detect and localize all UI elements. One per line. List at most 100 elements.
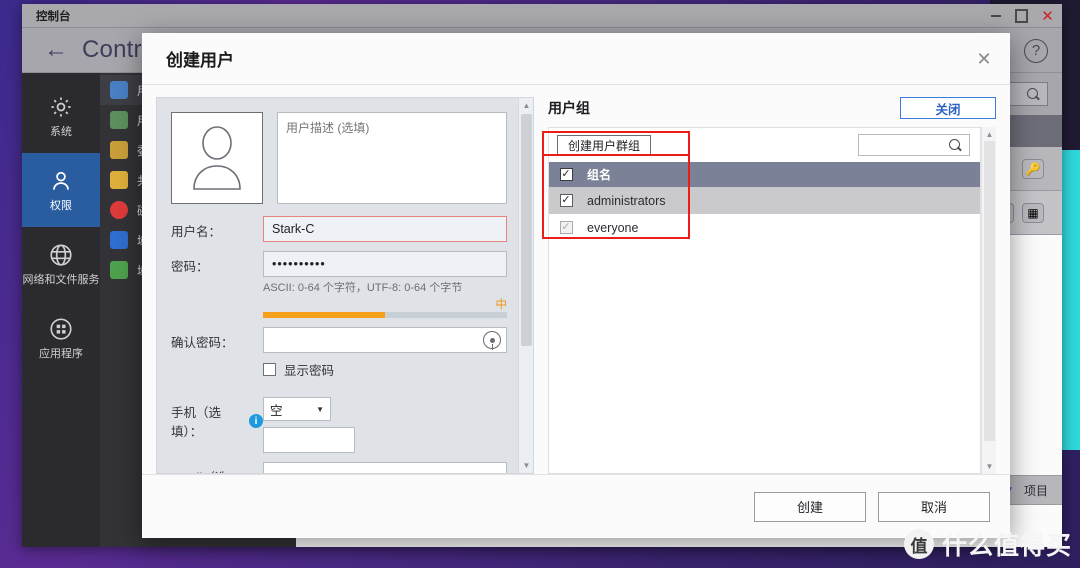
search-icon	[1027, 87, 1040, 101]
create-user-dialog: 创建用户 ✕ 用户名：	[142, 33, 1010, 538]
row-checkbox[interactable]: ✓	[559, 194, 573, 207]
email-label-group: Email（选填）： i	[171, 462, 263, 473]
close-icon[interactable]: ✕	[974, 49, 994, 69]
phone-label-group: 手机（选填）： i	[171, 397, 263, 440]
scroll-up-icon[interactable]: ▲	[982, 127, 997, 142]
scroll-up-icon[interactable]: ▲	[519, 98, 533, 113]
window-controls: ✕	[989, 4, 1054, 28]
groups-header: 用户组 关闭	[548, 97, 996, 119]
dialog-body: 用户名： 密码： ASCII: 0-64 个字符，UTF-8: 0-64 个字节…	[142, 85, 1010, 474]
sidebar-item-network-file-services[interactable]: 网络和文件服务	[22, 227, 100, 301]
info-icon[interactable]: i	[249, 414, 263, 428]
show-password-eye-icon[interactable]	[483, 331, 501, 350]
minimize-icon[interactable]	[989, 10, 1002, 23]
groups-title: 用户组	[548, 100, 590, 116]
email-input[interactable]	[263, 462, 507, 473]
column-header-group-name: 组名	[587, 168, 612, 182]
group-name: administrators	[587, 193, 666, 208]
dialog-title: 创建用户	[166, 51, 234, 70]
app-privilege-icon[interactable]: ▦	[1022, 202, 1044, 223]
sidebar-item-applications[interactable]: 应用程序	[22, 301, 100, 375]
user-groups-pane: 用户组 关闭 创建用户群组 ✓ 组名 ✓ administrators ✓ ev…	[534, 97, 996, 474]
gear-icon	[48, 94, 75, 121]
scrollbar-thumb[interactable]	[984, 141, 995, 441]
table-row[interactable]: ✓ everyone	[549, 214, 980, 241]
user-icon	[48, 168, 75, 195]
groups-search-input[interactable]	[858, 134, 970, 156]
maximize-icon[interactable]	[1015, 10, 1028, 23]
row-checkbox-cell: ✓	[549, 221, 583, 234]
show-password-row[interactable]: 显示密码	[263, 360, 507, 379]
confirm-password-row: 确认密码： 显示密码	[171, 327, 507, 388]
user-form-pane: 用户名： 密码： ASCII: 0-64 个字符，UTF-8: 0-64 个字节…	[156, 97, 534, 474]
phone-country-value: 空	[270, 403, 283, 418]
quota-pie-icon	[110, 201, 128, 219]
footer-items-label: 项目	[1023, 483, 1048, 498]
password-label: 密码：	[171, 260, 209, 274]
password-strength: 中	[263, 298, 507, 318]
search-icon	[949, 138, 962, 152]
select-all-checkbox-cell[interactable]: ✓	[549, 168, 583, 181]
sidebar-item-privileges[interactable]: 权限	[22, 153, 100, 227]
apps-grid-icon	[48, 316, 75, 343]
sidebar-item-system[interactable]: 系统	[22, 79, 100, 153]
scroll-down-icon[interactable]: ▼	[519, 458, 533, 473]
delegate-icon	[110, 141, 128, 159]
table-row[interactable]: ✓ administrators	[549, 187, 980, 214]
primary-sidebar: 系统 权限 网络和文件服务 应用程序	[22, 73, 100, 547]
password-strength-label: 中	[495, 299, 508, 311]
password-strength-bar	[263, 312, 507, 318]
dialog-footer: 创建 取消	[142, 474, 1010, 538]
password-strength-fill	[263, 312, 385, 318]
sidebar-item-label: 网络和文件服务	[22, 273, 100, 286]
groups-close-button[interactable]: 关闭	[900, 97, 996, 119]
close-icon[interactable]: ✕	[1041, 9, 1054, 24]
row-checkbox: ✓	[559, 221, 573, 234]
avatar[interactable]	[171, 112, 263, 204]
scroll-down-icon[interactable]: ▼	[982, 459, 997, 474]
phone-row: 手机（选填）： i 空 ▼	[171, 397, 507, 453]
form-scrollbar[interactable]: ▲ ▼	[518, 98, 533, 473]
sidebar-item-label: 应用程序	[39, 347, 83, 360]
domain-controller-icon	[110, 261, 128, 279]
user-profile-icon	[110, 81, 128, 99]
email-row: Email（选填）： i	[171, 462, 507, 473]
cancel-button[interactable]: 取消	[878, 491, 990, 522]
password-input[interactable]	[263, 251, 507, 277]
phone-number-input[interactable]	[263, 427, 355, 453]
back-arrow-icon[interactable]: ←	[44, 38, 68, 62]
create-button[interactable]: 创建	[754, 491, 866, 522]
groups-scrollbar[interactable]: ▲ ▼	[981, 127, 996, 474]
groups-body: 创建用户群组 ✓ 组名 ✓ administrators ✓ everyone …	[548, 127, 996, 474]
select-all-checkbox[interactable]: ✓	[559, 168, 573, 181]
user-description-input[interactable]	[277, 112, 507, 204]
watermark-logo: 值	[903, 529, 934, 559]
dialog-header: 创建用户 ✕	[142, 33, 1010, 85]
confirm-password-input[interactable]	[263, 327, 507, 353]
email-label: Email（选填）：	[171, 467, 244, 473]
window-titlebar: 控制台 ✕	[22, 4, 1062, 28]
scrollbar-thumb[interactable]	[521, 114, 532, 346]
groups-table: 创建用户群组 ✓ 组名 ✓ administrators ✓ everyone	[548, 127, 981, 474]
password-hint: ASCII: 0-64 个字符，UTF-8: 0-64 个字节	[263, 282, 463, 294]
edit-permission-icon[interactable]: 🔑	[1022, 158, 1044, 179]
group-name: everyone	[587, 220, 639, 235]
username-input[interactable]	[263, 216, 507, 242]
phone-label: 手机（选填）：	[171, 406, 222, 439]
show-password-checkbox[interactable]	[263, 363, 276, 376]
chevron-down-icon: ▼	[316, 404, 324, 414]
watermark: 值 什么值得买	[903, 526, 1072, 562]
user-group-icon	[110, 111, 128, 129]
window-title: 控制台	[36, 10, 71, 23]
help-icon[interactable]: ?	[1024, 38, 1048, 63]
row-checkbox-cell[interactable]: ✓	[549, 194, 583, 207]
username-label: 用户名：	[171, 225, 222, 239]
groups-toolbar: 创建用户群组	[549, 128, 980, 162]
shared-folder-icon	[110, 171, 128, 189]
phone-country-select[interactable]: 空 ▼	[263, 397, 331, 421]
show-password-label: 显示密码	[284, 364, 335, 378]
user-form-scroll-area: 用户名： 密码： ASCII: 0-64 个字符，UTF-8: 0-64 个字节…	[157, 98, 533, 473]
create-user-group-button[interactable]: 创建用户群组	[557, 134, 652, 156]
domain-security-icon	[110, 231, 128, 249]
watermark-text: 什么值得买	[941, 532, 1072, 560]
